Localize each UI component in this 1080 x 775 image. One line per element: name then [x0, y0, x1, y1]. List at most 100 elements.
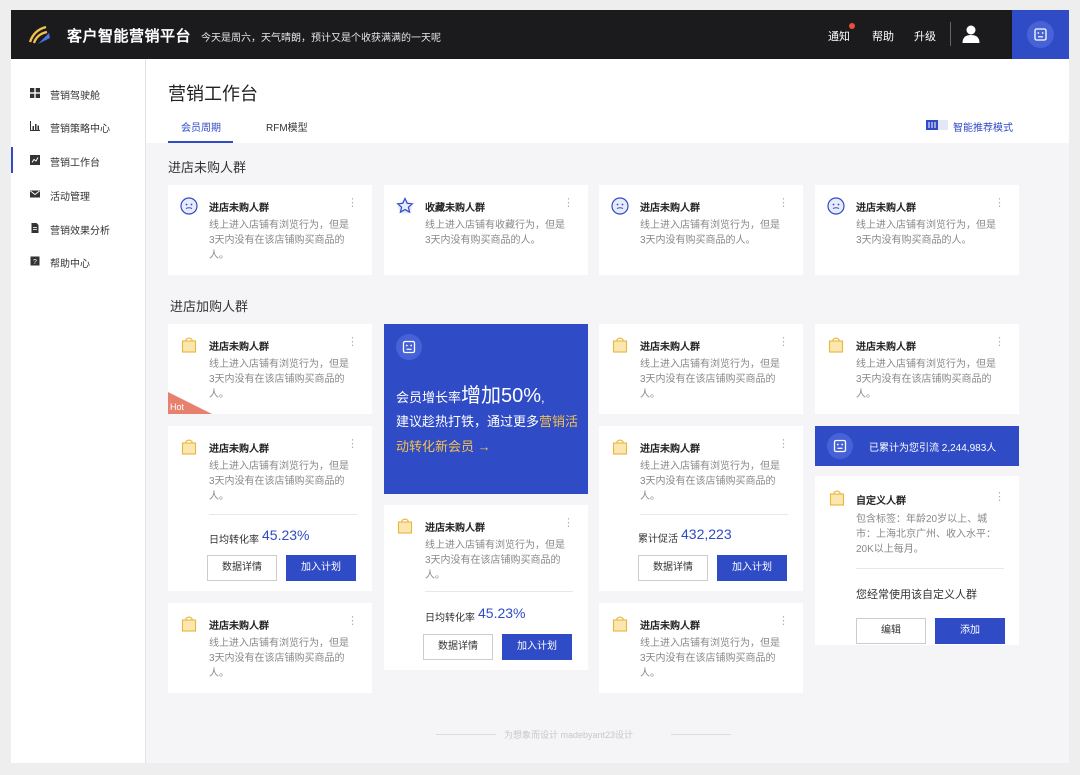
more-icon[interactable]: ⋮: [778, 437, 789, 450]
assistant-button[interactable]: [1012, 10, 1069, 59]
add-to-plan-button[interactable]: 加入计划: [286, 555, 356, 581]
stat-label: 日均转化率: [425, 613, 475, 624]
card-title: 进店未购人群: [640, 203, 700, 214]
card-title: 自定义人群: [856, 496, 906, 507]
help-link[interactable]: 帮助: [872, 28, 894, 44]
shopping-bag-icon: [829, 490, 845, 506]
greeting-text: 今天是周六，天气晴朗，预计又是个收获满满的一天呢: [201, 33, 441, 44]
face-icon: [827, 197, 845, 215]
segment-card[interactable]: 进店未购人群 ⋮ 线上进入店铺有浏览行为，但是3天内没有购买商品的人。: [815, 185, 1019, 275]
add-button[interactable]: 添加: [935, 618, 1005, 644]
card-title: 进店未购人群: [209, 621, 269, 632]
segment-card[interactable]: 进店未购人群 ⋮ 线上进入店铺有浏览行为，但是3天内没有在该店铺购买商品的人。 …: [599, 426, 803, 591]
robot-icon: [833, 439, 847, 453]
add-to-plan-button[interactable]: 加入计划: [502, 634, 572, 660]
face-icon: [180, 197, 198, 215]
sidebar: 营销驾驶舱 营销策略中心 营销工作台 活动管理 营销效果分析 ? 帮助中心: [11, 59, 146, 763]
segment-card[interactable]: 进店未购人群 ⋮ 线上进入店铺有浏览行为，但是3天内没有在该店铺购买商品的人。: [815, 324, 1019, 414]
help-icon: ?: [30, 256, 40, 266]
more-icon[interactable]: ⋮: [347, 437, 358, 450]
custom-segment-card[interactable]: 自定义人群 ⋮ 包含标签：年龄20岁以上、城市：上海北京广州、收入水平：20K以…: [815, 476, 1019, 645]
edit-button[interactable]: 编辑: [856, 618, 926, 644]
segment-card[interactable]: 进店未购人群 ⋮ 线上进入店铺有浏览行为，但是3天内没有在该店铺购买商品的人。: [599, 324, 803, 414]
segment-card[interactable]: 进店未购人群 ⋮ 线上进入店铺有浏览行为，但是3天内没有在该店铺购买商品的人。 …: [168, 426, 372, 591]
more-icon[interactable]: ⋮: [778, 335, 789, 348]
segment-card[interactable]: 进店未购人群 ⋮ 线上进入店铺有浏览行为，但是3天内没有购买商品的人。: [599, 185, 803, 275]
svg-text:?: ?: [33, 259, 37, 266]
data-detail-button[interactable]: 数据详情: [638, 555, 708, 581]
segment-card[interactable]: 进店未购人群 ⋮ 线上进入店铺有浏览行为，但是3天内没有在该店铺购买商品的人。: [168, 185, 372, 275]
hot-badge: Hot: [170, 402, 185, 412]
more-icon[interactable]: ⋮: [994, 490, 1005, 503]
sidebar-item-activity[interactable]: 活动管理: [11, 179, 146, 209]
sidebar-item-cockpit[interactable]: 营销驾驶舱: [11, 78, 146, 108]
promo-highlight-number: 增加50%: [461, 385, 542, 407]
footer-line-right: [671, 734, 731, 735]
shopping-bag-icon: [181, 616, 197, 632]
tab-rfm-model[interactable]: RFM模型: [266, 119, 308, 134]
notify-link[interactable]: 通知: [828, 28, 850, 44]
card-description: 线上进入店铺有浏览行为，但是3天内没有购买商品的人。: [856, 220, 996, 246]
segment-card[interactable]: 进店未购人群 ⋮ 线上进入店铺有浏览行为，但是3天内没有在该店铺购买商品的人。: [599, 603, 803, 693]
sidebar-item-strategy[interactable]: 营销策略中心: [11, 111, 146, 141]
promo-banner[interactable]: 会员增长率增加50%, 建议趁热打铁，通过更多营销活动转化新会员 →: [384, 324, 588, 494]
tab-active-indicator: [168, 141, 233, 143]
promo-body-text: 建议趁热打铁，通过更多: [396, 414, 540, 429]
segment-card[interactable]: 进店未购人群 ⋮ 线上进入店铺有浏览行为，但是3天内没有在该店铺购买商品的人。 …: [384, 505, 588, 670]
more-icon[interactable]: ⋮: [778, 196, 789, 209]
more-icon[interactable]: ⋮: [347, 614, 358, 627]
segment-card[interactable]: 进店未购人群 ⋮ 线上进入店铺有浏览行为，但是3天内没有在该店铺购买商品的人。 …: [168, 324, 372, 414]
more-icon[interactable]: ⋮: [347, 196, 358, 209]
promo-icon-bubble: [396, 334, 422, 360]
stat-value: 432,223: [681, 526, 732, 542]
sidebar-item-workbench[interactable]: 营销工作台: [11, 145, 146, 175]
face-icon: [611, 197, 629, 215]
upgrade-link[interactable]: 升级: [914, 28, 936, 44]
toggle-icon[interactable]: [926, 120, 948, 130]
card-description: 线上进入店铺有浏览行为，但是3天内没有购买商品的人。: [640, 220, 780, 246]
data-detail-button[interactable]: 数据详情: [423, 634, 493, 660]
divider: [856, 568, 1004, 569]
promo-body: 建议趁热打铁，通过更多营销活动转化新会员 →: [396, 409, 581, 459]
app-window: 客户智能营销平台 今天是周六，天气晴朗，预计又是个收获满满的一天呢 通知 帮助 …: [11, 10, 1069, 763]
stat-label: 累计促活: [638, 534, 678, 545]
stat-value: 45.23%: [262, 527, 310, 543]
grid-icon: [30, 88, 40, 98]
top-bar: 客户智能营销平台 今天是周六，天气晴朗，预计又是个收获满满的一天呢 通知 帮助 …: [11, 10, 1069, 59]
custom-note: 您经常使用该自定义人群: [856, 589, 977, 601]
sidebar-item-label: 营销效果分析: [50, 226, 110, 237]
shopping-bag-icon: [828, 337, 844, 353]
card-title: 进店未购人群: [425, 523, 485, 534]
segment-card[interactable]: 收藏未购人群 ⋮ 线上进入店铺有收藏行为，但是3天内没有购买商品的人。: [384, 185, 588, 275]
smart-mode-label[interactable]: 智能推荐模式: [953, 119, 1013, 134]
card-description: 线上进入店铺有浏览行为，但是3天内没有在该店铺购买商品的人。: [209, 359, 349, 400]
shopping-bag-icon: [612, 439, 628, 455]
document-icon: [31, 223, 39, 233]
card-description: 线上进入店铺有浏览行为，但是3天内没有在该店铺购买商品的人。: [640, 359, 780, 400]
sidebar-item-help[interactable]: ? 帮助中心: [11, 246, 146, 276]
segment-card[interactable]: 进店未购人群 ⋮ 线上进入店铺有浏览行为，但是3天内没有在该店铺购买商品的人。: [168, 603, 372, 693]
more-icon[interactable]: ⋮: [347, 335, 358, 348]
card-title: 进店未购人群: [856, 203, 916, 214]
card-title: 进店未购人群: [856, 342, 916, 353]
more-icon[interactable]: ⋮: [994, 196, 1005, 209]
shopping-bag-icon: [612, 616, 628, 632]
brand-title: 客户智能营销平台: [67, 28, 192, 45]
sidebar-item-label: 营销驾驶舱: [50, 91, 100, 102]
promo-suffix: ,: [541, 390, 545, 405]
more-icon[interactable]: ⋮: [563, 516, 574, 529]
card-description: 线上进入店铺有浏览行为，但是3天内没有在该店铺购买商品的人。: [640, 461, 780, 502]
sidebar-item-analysis[interactable]: 营销效果分析: [11, 213, 146, 243]
more-icon[interactable]: ⋮: [778, 614, 789, 627]
more-icon[interactable]: ⋮: [563, 196, 574, 209]
more-icon[interactable]: ⋮: [994, 335, 1005, 348]
card-title: 进店未购人群: [209, 203, 269, 214]
tab-member-cycle[interactable]: 会员周期: [181, 119, 221, 134]
data-detail-button[interactable]: 数据详情: [207, 555, 277, 581]
shopping-bag-icon: [181, 439, 197, 455]
card-title: 收藏未购人群: [425, 203, 485, 214]
add-to-plan-button[interactable]: 加入计划: [717, 555, 787, 581]
section-title-unpurchased: 进店未购人群: [168, 160, 247, 175]
sidebar-item-label: 活动管理: [50, 192, 90, 203]
user-icon[interactable]: [961, 24, 981, 44]
